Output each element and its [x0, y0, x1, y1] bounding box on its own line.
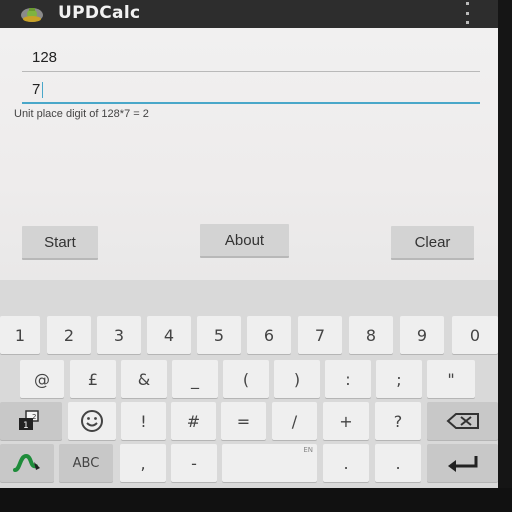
key-exclamation[interactable]: ! — [121, 402, 166, 440]
device-bezel-bottom — [0, 488, 512, 512]
key-underscore[interactable]: _ — [172, 360, 218, 398]
swype-key[interactable] — [0, 444, 54, 482]
key-6[interactable]: 6 — [247, 316, 291, 354]
second-number-value: 7 — [32, 81, 41, 98]
backspace-icon — [445, 413, 479, 429]
clear-button[interactable]: Clear — [391, 226, 474, 260]
soft-keyboard: 1 2 3 4 5 6 7 8 9 0 @ £ & _ ( ) : ; " 2 … — [0, 280, 498, 488]
text-cursor — [42, 82, 43, 98]
calculator-content: 128 7 Unit place digit of 128*7 = 2 Star… — [0, 28, 498, 280]
emoji-icon — [81, 410, 103, 432]
key-3[interactable]: 3 — [97, 316, 141, 354]
key-4[interactable]: 4 — [147, 316, 191, 354]
key-equals[interactable]: = — [221, 402, 266, 440]
enter-key[interactable] — [427, 444, 498, 482]
key-ampersand[interactable]: & — [121, 360, 167, 398]
about-button[interactable]: About — [200, 224, 289, 258]
key-at[interactable]: @ — [20, 360, 64, 398]
key-pound[interactable]: £ — [70, 360, 116, 398]
key-semicolon[interactable]: ; — [376, 360, 422, 398]
key-0[interactable]: 0 — [452, 316, 498, 354]
first-number-value: 128 — [32, 49, 58, 66]
key-9[interactable]: 9 — [400, 316, 444, 354]
key-colon[interactable]: : — [325, 360, 371, 398]
space-language-hint: EN — [303, 446, 313, 454]
key-plus[interactable]: + — [323, 402, 369, 440]
swype-icon — [13, 453, 40, 472]
key-dash[interactable]: - — [171, 444, 217, 482]
key-8[interactable]: 8 — [349, 316, 393, 354]
abc-key[interactable]: ABC — [59, 444, 113, 482]
first-number-field[interactable]: 128 — [22, 46, 480, 72]
page-indicator-sup: 2 — [32, 413, 36, 421]
key-1[interactable]: 1 — [0, 316, 40, 354]
device-bezel-right — [498, 0, 512, 512]
app-title: UPDCalc — [58, 3, 141, 23]
android-app-icon — [21, 8, 43, 22]
key-period-2[interactable]: . — [375, 444, 421, 482]
key-close-paren[interactable]: ) — [274, 360, 320, 398]
key-question[interactable]: ? — [375, 402, 421, 440]
key-7[interactable]: 7 — [298, 316, 342, 354]
key-comma[interactable]: , — [120, 444, 166, 482]
key-2[interactable]: 2 — [47, 316, 91, 354]
key-slash[interactable]: / — [272, 402, 317, 440]
key-open-paren[interactable]: ( — [223, 360, 269, 398]
app-screen: UPDCalc 128 7 Unit place digit of 128*7 … — [0, 0, 498, 488]
space-key[interactable]: EN — [222, 444, 317, 482]
symbols-page-key[interactable]: 2 1 — [0, 402, 62, 440]
key-period-1[interactable]: . — [323, 444, 369, 482]
second-number-field[interactable]: 7 — [22, 78, 480, 104]
page-indicator: 1 — [23, 421, 29, 431]
backspace-key[interactable] — [427, 402, 498, 440]
key-5[interactable]: 5 — [197, 316, 241, 354]
emoji-key[interactable] — [68, 402, 116, 440]
start-button[interactable]: Start — [22, 226, 98, 260]
result-text: Unit place digit of 128*7 = 2 — [14, 108, 149, 120]
symbols-page-icon: 2 1 — [19, 410, 39, 431]
action-bar: UPDCalc — [0, 0, 498, 28]
overflow-menu-icon[interactable] — [462, 2, 472, 24]
enter-icon — [447, 456, 477, 472]
key-quote[interactable]: " — [427, 360, 475, 398]
key-hash[interactable]: # — [171, 402, 216, 440]
